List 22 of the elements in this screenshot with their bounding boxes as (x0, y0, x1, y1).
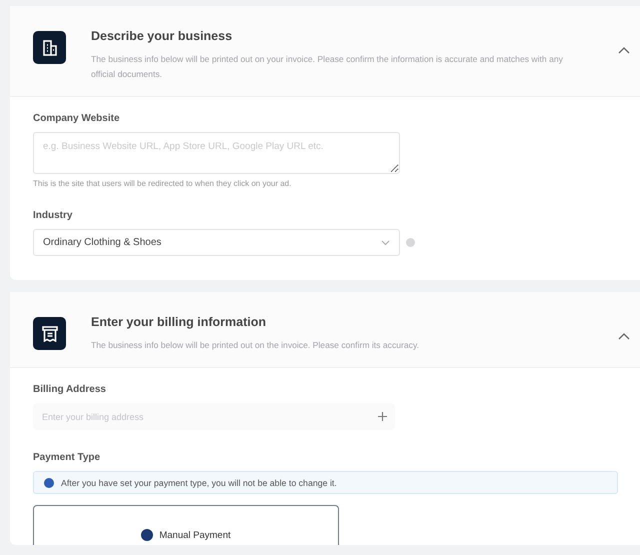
section-title: Describe your business (91, 29, 234, 43)
section-header[interactable]: Describe your business The business info below will be printed out on your invoice. Please confirm the information is accurate and matches with any official documents. (10, 6, 640, 97)
field-label: Billing Address (33, 384, 107, 395)
payment-option[interactable]: Manual Payment (33, 505, 339, 545)
radio-button[interactable] (141, 529, 154, 541)
field-label: Industry (33, 210, 74, 221)
building-icon (42, 40, 56, 56)
receipt-icon (42, 326, 58, 342)
industry-dropdown[interactable]: Ordinary Clothing & Shoes (33, 229, 400, 256)
help-text: This is the site that users will be redirected to when they click on your ad. (33, 179, 292, 188)
chevron-up-icon[interactable] (618, 46, 630, 54)
notice-text: After you have set your payment type, you will not be able to change it. (61, 478, 337, 488)
chevron-up-icon[interactable] (618, 332, 630, 340)
section-description: The business info below will be printed out on your invoice. Please confirm the information is accurate and matches with any official documents. (91, 53, 564, 81)
section-header[interactable]: Enter your billing information The business info below will be printed out on the invoice. Please confirm its accuracy. (10, 292, 640, 368)
plus-icon[interactable] (378, 412, 387, 421)
section-title: Enter your billing information (91, 315, 267, 329)
section-description: The business info below will be printed out on the invoice. Please confirm its accuracy. (91, 339, 420, 352)
field-label: Company Website (33, 113, 120, 124)
field-label: Payment Type (33, 452, 102, 463)
info-icon (44, 478, 54, 488)
chevron-down-icon (381, 240, 390, 246)
